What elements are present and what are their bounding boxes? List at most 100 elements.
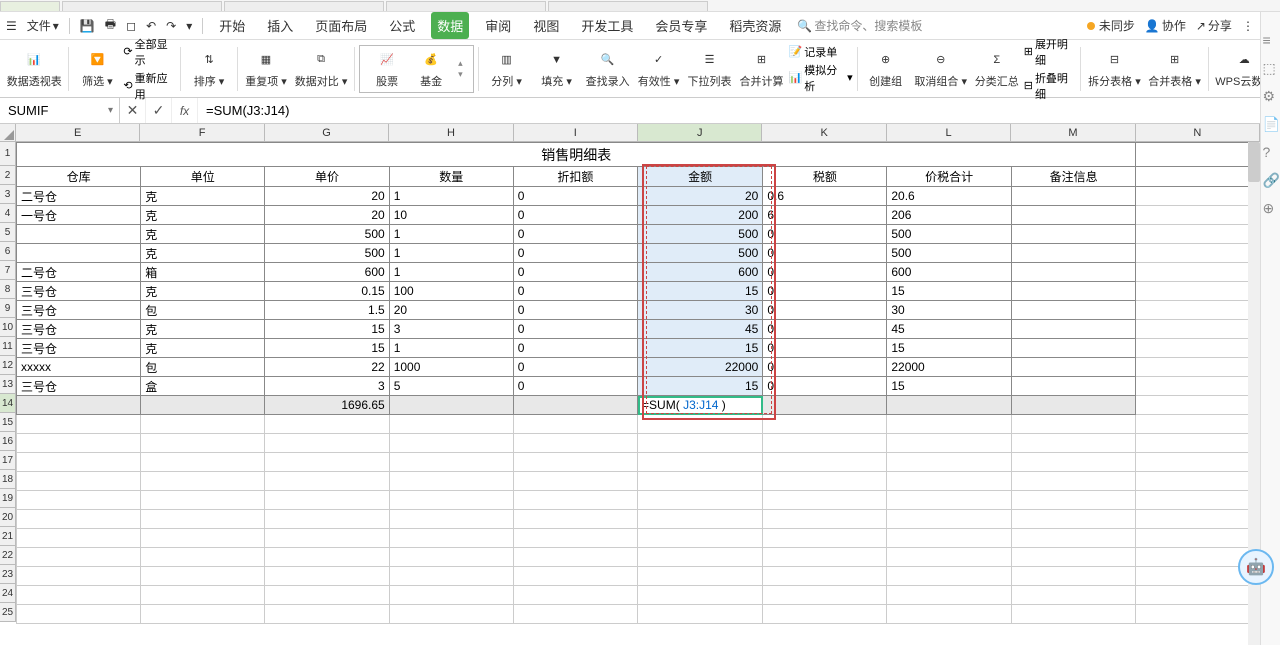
- cell[interactable]: 600: [265, 263, 389, 282]
- cell[interactable]: 500: [265, 225, 389, 244]
- compare-button[interactable]: ⧉数据对比 ▾: [292, 42, 350, 96]
- cell[interactable]: [513, 548, 637, 567]
- row-11[interactable]: 11: [0, 337, 16, 356]
- cell[interactable]: 单位: [141, 167, 265, 187]
- cell[interactable]: 15: [887, 339, 1012, 358]
- cell[interactable]: 克: [141, 244, 265, 263]
- cell[interactable]: [17, 605, 141, 624]
- cell[interactable]: [763, 586, 887, 605]
- cell[interactable]: [1136, 301, 1260, 320]
- row-3[interactable]: 3: [0, 185, 16, 204]
- cell[interactable]: [1136, 529, 1260, 548]
- subtotal-button[interactable]: Σ分类汇总: [972, 42, 1022, 96]
- cell[interactable]: 税额: [763, 167, 887, 187]
- tab-member[interactable]: 会员专享: [649, 12, 713, 39]
- cell[interactable]: 一号仓: [17, 206, 141, 225]
- cell[interactable]: 三号仓: [17, 377, 141, 396]
- side-menu-icon[interactable]: ≡: [1263, 32, 1279, 48]
- cell[interactable]: [1136, 282, 1260, 301]
- cell[interactable]: 克: [141, 187, 265, 206]
- col-I[interactable]: I: [514, 124, 638, 141]
- col-H[interactable]: H: [389, 124, 513, 141]
- cell[interactable]: [265, 510, 389, 529]
- cell[interactable]: [141, 567, 265, 586]
- cell[interactable]: [17, 567, 141, 586]
- cell[interactable]: [17, 548, 141, 567]
- split-button[interactable]: ▥分列 ▾: [483, 42, 531, 96]
- cell[interactable]: [389, 510, 513, 529]
- cell[interactable]: [141, 453, 265, 472]
- tab-insert[interactable]: 插入: [261, 12, 299, 39]
- side-link-icon[interactable]: 🔗: [1263, 172, 1279, 188]
- cell[interactable]: [1136, 244, 1260, 263]
- cell[interactable]: 200: [638, 206, 763, 225]
- cell[interactable]: 克: [141, 206, 265, 225]
- grid[interactable]: 销售明细表仓库单位单价数量折扣额金额税额价税合计备注信息二号仓克2010200.…: [16, 142, 1260, 645]
- cell[interactable]: [1136, 377, 1260, 396]
- cell[interactable]: 1: [389, 244, 513, 263]
- cell[interactable]: 45: [887, 320, 1012, 339]
- cell[interactable]: [389, 529, 513, 548]
- cell[interactable]: 数量: [389, 167, 513, 187]
- cell[interactable]: [1136, 358, 1260, 377]
- cell[interactable]: [1136, 263, 1260, 282]
- row-12[interactable]: 12: [0, 356, 16, 375]
- cell[interactable]: [141, 415, 265, 434]
- cell[interactable]: 600: [887, 263, 1012, 282]
- cell[interactable]: [638, 586, 763, 605]
- cell[interactable]: [763, 529, 887, 548]
- tab-pagelayout[interactable]: 页面布局: [309, 12, 373, 39]
- cell[interactable]: 0: [763, 282, 887, 301]
- cell[interactable]: [389, 567, 513, 586]
- cell[interactable]: [1136, 472, 1260, 491]
- row-10[interactable]: 10: [0, 318, 16, 337]
- cell[interactable]: [1011, 605, 1136, 624]
- side-settings-icon[interactable]: ⚙: [1263, 88, 1279, 104]
- cell[interactable]: 0: [513, 225, 637, 244]
- cell[interactable]: [887, 548, 1012, 567]
- cell[interactable]: [265, 415, 389, 434]
- row-23[interactable]: 23: [0, 565, 16, 584]
- cell[interactable]: [1011, 510, 1136, 529]
- cell[interactable]: [141, 491, 265, 510]
- cell[interactable]: [513, 453, 637, 472]
- cell[interactable]: 二号仓: [17, 263, 141, 282]
- formula-input[interactable]: =SUM(J3:J14): [198, 98, 1280, 123]
- cell[interactable]: 0: [513, 320, 637, 339]
- cell[interactable]: 克: [141, 225, 265, 244]
- cell[interactable]: [763, 510, 887, 529]
- cell[interactable]: [1136, 206, 1260, 225]
- cell[interactable]: [389, 548, 513, 567]
- cell[interactable]: [763, 472, 887, 491]
- cell[interactable]: 206: [887, 206, 1012, 225]
- doc-tab-1[interactable]: [62, 1, 222, 11]
- cell[interactable]: [1136, 320, 1260, 339]
- row-2[interactable]: 2: [0, 166, 16, 185]
- split-table-button[interactable]: ⊟拆分表格 ▾: [1085, 42, 1143, 96]
- share-button[interactable]: ↗ 分享: [1196, 17, 1232, 34]
- cell[interactable]: [1136, 491, 1260, 510]
- cell[interactable]: 0: [513, 244, 637, 263]
- cell[interactable]: 三号仓: [17, 282, 141, 301]
- filter-button[interactable]: 🔽筛选 ▾: [73, 42, 121, 96]
- cell[interactable]: 1: [389, 339, 513, 358]
- cell[interactable]: 500: [265, 244, 389, 263]
- find-record-button[interactable]: 🔍查找录入: [583, 42, 633, 96]
- cell[interactable]: [763, 605, 887, 624]
- cell[interactable]: [17, 453, 141, 472]
- cell[interactable]: 100: [389, 282, 513, 301]
- cell[interactable]: 30: [887, 301, 1012, 320]
- cell[interactable]: [638, 529, 763, 548]
- detail-group[interactable]: ⊞展开明细 ⊟折叠明细: [1024, 36, 1077, 102]
- cell[interactable]: [265, 453, 389, 472]
- cell[interactable]: [141, 548, 265, 567]
- doc-tab-2[interactable]: [224, 1, 384, 11]
- menu-icon[interactable]: ☰: [6, 19, 17, 33]
- confirm-formula-icon[interactable]: ✓: [146, 98, 172, 123]
- cell[interactable]: [1136, 396, 1260, 415]
- cell[interactable]: [887, 434, 1012, 453]
- cell[interactable]: [1011, 377, 1136, 396]
- cell[interactable]: [265, 586, 389, 605]
- cell[interactable]: [389, 491, 513, 510]
- highlight-button[interactable]: ▦重复项 ▾: [242, 42, 290, 96]
